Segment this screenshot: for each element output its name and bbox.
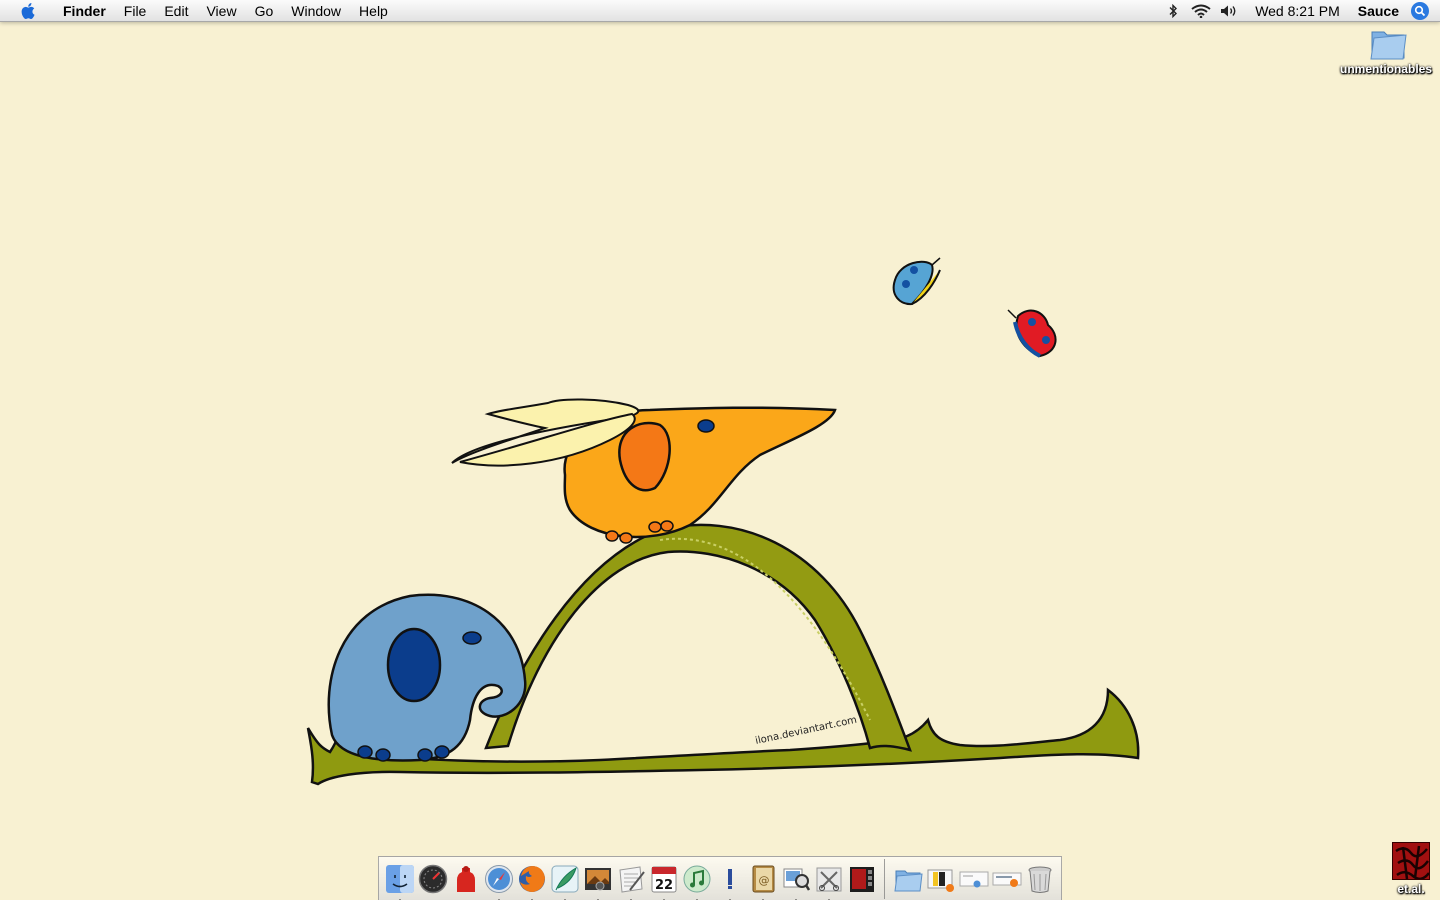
image-file-icon — [1392, 842, 1430, 880]
menu-user-name[interactable]: Sauce — [1348, 3, 1409, 19]
artist-signature: ilona.deviantart.com — [754, 715, 858, 747]
terminal-icon[interactable] — [714, 863, 746, 900]
bird-illustration — [451, 398, 837, 544]
menu-help[interactable]: Help — [350, 0, 397, 22]
menu-go[interactable]: Go — [246, 0, 283, 22]
menu-clock[interactable]: Wed 8:21 PM — [1243, 3, 1348, 19]
itunes-icon[interactable] — [681, 863, 713, 900]
menu-app-name[interactable]: Finder — [54, 0, 115, 22]
dock-separator — [884, 858, 885, 899]
firestarter-icon[interactable] — [450, 863, 482, 895]
dashboard-icon[interactable] — [417, 863, 449, 895]
svg-text:@: @ — [758, 874, 769, 887]
menu-view[interactable]: View — [197, 0, 245, 22]
wifi-icon[interactable] — [1191, 0, 1211, 22]
photo-booth-icon[interactable] — [846, 863, 878, 895]
menu-window[interactable]: Window — [282, 0, 350, 22]
dock: 22 @ — [378, 856, 1062, 900]
finder-icon[interactable] — [384, 863, 416, 900]
blue-butterfly — [892, 257, 941, 306]
menu-file[interactable]: File — [115, 0, 156, 22]
bluetooth-icon[interactable] — [1163, 0, 1183, 22]
stack-folder-icon[interactable] — [892, 863, 924, 895]
document-thumbnail-2[interactable] — [958, 863, 990, 895]
menu-bar: Finder File Edit View Go Window Help Wed… — [0, 0, 1440, 22]
svg-text:22: 22 — [654, 878, 672, 893]
volume-icon[interactable] — [1219, 0, 1239, 22]
photo-app-icon[interactable] — [582, 863, 614, 900]
status-area: Wed 8:21 PM Sauce — [1159, 0, 1440, 22]
feather-app-icon[interactable] — [549, 863, 581, 900]
safari-icon[interactable] — [483, 863, 515, 900]
red-butterfly — [1007, 309, 1057, 358]
desktop-icon-unmentionables[interactable]: unmentionables — [1336, 26, 1436, 76]
address-book-icon[interactable]: @ — [747, 863, 779, 900]
ical-icon[interactable]: 22 — [648, 863, 680, 900]
spotlight-icon[interactable] — [1409, 0, 1431, 22]
textedit-icon[interactable] — [615, 863, 647, 900]
folder-icon — [1368, 26, 1407, 60]
desktop-icon-label: unmentionables — [1339, 62, 1432, 76]
document-thumbnail-3[interactable] — [991, 863, 1023, 895]
menu-edit[interactable]: Edit — [155, 0, 197, 22]
document-thumbnail-1[interactable] — [925, 863, 957, 895]
preview-icon[interactable] — [780, 863, 812, 900]
firefox-icon[interactable] — [516, 863, 548, 900]
script-editor-icon[interactable] — [813, 863, 845, 900]
desktop-icon-label: et.al. — [1397, 882, 1425, 896]
trash-icon[interactable] — [1024, 863, 1056, 895]
desktop-icon-etal[interactable]: et.al. — [1384, 842, 1438, 896]
desktop-wallpaper: ilona.deviantart.com — [306, 257, 1140, 786]
apple-logo-icon[interactable] — [18, 0, 40, 22]
